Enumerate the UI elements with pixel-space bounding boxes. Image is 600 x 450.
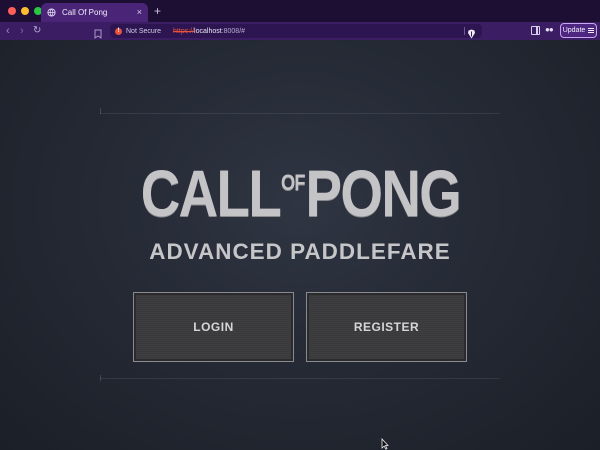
logo-subtitle: ADVANCED PADDLEFARE [149, 239, 451, 264]
update-label: Update [562, 27, 586, 34]
logo-title: CALLOFPONG [140, 150, 461, 226]
address-bar[interactable]: ! Not Secure https://localhost:8008/# [110, 24, 482, 39]
update-button[interactable]: Update [560, 23, 597, 38]
warning-icon: ! [115, 27, 122, 35]
url-divider [464, 27, 465, 35]
tab-call-of-pong[interactable]: Call Of Pong × [41, 3, 148, 22]
logo-call: CALL [140, 156, 281, 230]
menu-icon [588, 28, 595, 33]
sidebar-icon[interactable] [531, 26, 540, 35]
game-page: CALLOFPONG ADVANCED PADDLEFARE LOGIN REG… [0, 40, 600, 450]
frame-corner-tick [100, 375, 101, 381]
security-indicator[interactable]: Not Secure [126, 28, 161, 35]
globe-icon [47, 8, 56, 17]
url-host: localhost [194, 27, 222, 35]
brave-shield-icon[interactable] [467, 26, 476, 39]
window-controls [8, 7, 42, 15]
url-text[interactable]: https://localhost:8008/# [173, 28, 245, 35]
frame-corner-tick [100, 108, 101, 114]
tab-title: Call Of Pong [62, 8, 108, 17]
back-button[interactable]: ‹ [6, 24, 10, 38]
tab-close-button[interactable]: × [137, 8, 142, 17]
register-button[interactable]: REGISTER [306, 292, 467, 362]
url-rest: :8008/# [221, 27, 246, 35]
browser-toolbar: ‹ › ↻ ! Not Secure https://localhost:800… [0, 22, 600, 40]
login-button[interactable]: LOGIN [133, 292, 294, 362]
mouse-cursor-icon [381, 437, 389, 450]
reload-button[interactable]: ↻ [33, 24, 41, 38]
minimize-window-button[interactable] [21, 7, 29, 15]
url-scheme: https:// [173, 27, 195, 35]
browser-titlebar: Call Of Pong × + [0, 0, 600, 22]
logo-pong: PONG [305, 156, 461, 230]
top-frame-line [100, 113, 500, 114]
forward-button[interactable]: › [20, 24, 24, 38]
bookmark-icon[interactable] [94, 26, 102, 39]
wallet-icon[interactable]: ●● [545, 25, 554, 34]
close-window-button[interactable] [8, 7, 16, 15]
new-tab-button[interactable]: + [154, 3, 161, 19]
game-logo: CALLOFPONG [0, 150, 600, 226]
bottom-frame-line [100, 378, 500, 379]
logo-of: OF [280, 170, 306, 195]
